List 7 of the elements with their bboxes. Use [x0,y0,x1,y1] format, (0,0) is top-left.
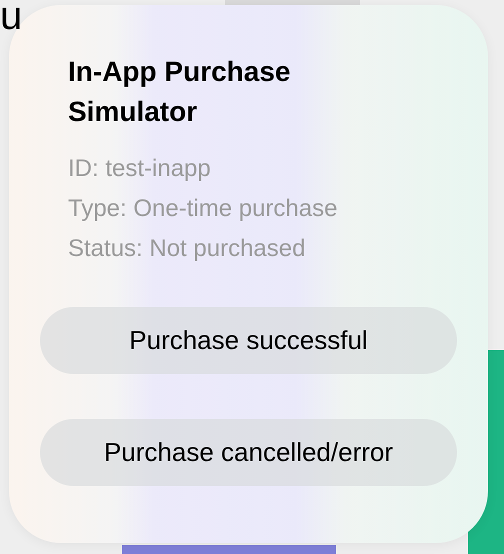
detail-text: Status: Not purchased [68,234,306,264]
background-heading: u [0,0,22,36]
detail-text: ID: test-inapp [68,154,212,184]
alert-button[interactable]: Purchase cancelled/error [40,419,457,486]
alert-title: In-App Purchase Simulator [68,55,292,129]
alert-button[interactable]: Purchase successful [40,307,457,374]
detail-text: Type: One-time purchase [68,194,338,224]
